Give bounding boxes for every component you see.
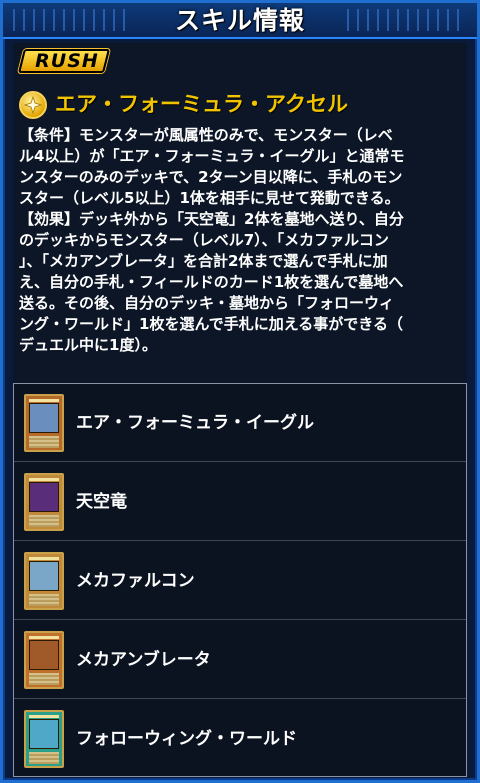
description-line: ング・ワールド」1枚を選んで手札に加える事ができる（ xyxy=(19,315,403,333)
card-name: 天空竜 xyxy=(76,492,127,512)
card-row[interactable]: メカアンブレータ xyxy=(14,621,466,699)
card-row[interactable]: エア・フォーミュラ・イーグル xyxy=(14,384,466,462)
header-bar: スキル情報 xyxy=(3,3,477,39)
card-thumbnail xyxy=(24,394,64,452)
description-line: のデッキからモンスター（レベル7）、「メカファルコン xyxy=(19,231,389,249)
page-title: スキル情報 xyxy=(174,6,305,35)
skill-content: RUSH エア・フォーミュラ・アクセル 【条件】モンスターが風属性のみで、モンス… xyxy=(13,43,467,777)
card-row[interactable]: メカファルコン xyxy=(14,542,466,620)
description-line: 」、「メカアンブレータ」を合計2体まで選んで手札に加 xyxy=(19,252,388,270)
related-card-list: エア・フォーミュラ・イーグル 天空竜 メカファルコン メカアンブレータ フォロー… xyxy=(13,383,467,777)
description-line: 送る。その後、自分のデッキ・墓地から「フォローウィ xyxy=(19,294,395,312)
description-line: デュエル中に1度）。 xyxy=(19,336,157,354)
card-name: メカアンブレータ xyxy=(76,650,211,670)
rush-badge-label: RUSH xyxy=(35,50,99,72)
skill-info-panel: スキル情報 RUSH エア・フォーミュラ・アクセル 【条件】モンスターが風属性の… xyxy=(0,0,480,783)
card-row[interactable]: 天空竜 xyxy=(14,463,466,541)
card-name: フォローウィング・ワールド xyxy=(76,729,297,749)
description-line: 【条件】モンスターが風属性のみで、モンスター（レベ xyxy=(19,126,393,144)
description-line: スター（レベル5以上）1体を相手に見せて発動できる。 xyxy=(19,189,400,207)
card-thumbnail xyxy=(24,631,64,689)
card-name: メカファルコン xyxy=(76,571,195,591)
description-line: ル4以上）が「エア・フォーミュラ・イーグル」と通常モ xyxy=(19,147,405,165)
skill-description: 【条件】モンスターが風属性のみで、モンスター（レベ ル4以上）が「エア・フォーミ… xyxy=(19,125,463,356)
card-thumbnail xyxy=(24,473,64,531)
card-name: エア・フォーミュラ・イーグル xyxy=(76,413,314,433)
description-line: え、自分の手札・フィールドのカード1枚を選んで墓地へ xyxy=(19,273,404,291)
card-thumbnail xyxy=(24,552,64,610)
description-line: 【効果】デッキ外から「天空竜」2体を墓地へ送り、自分 xyxy=(19,210,404,228)
card-thumbnail xyxy=(24,710,64,768)
description-line: ンスターのみのデッキで、2ターン目以降に、手札のモン xyxy=(19,168,403,186)
card-row[interactable]: フォローウィング・ワールド xyxy=(14,700,466,778)
skill-star-icon xyxy=(19,91,47,119)
skill-name: エア・フォーミュラ・アクセル xyxy=(55,92,348,116)
